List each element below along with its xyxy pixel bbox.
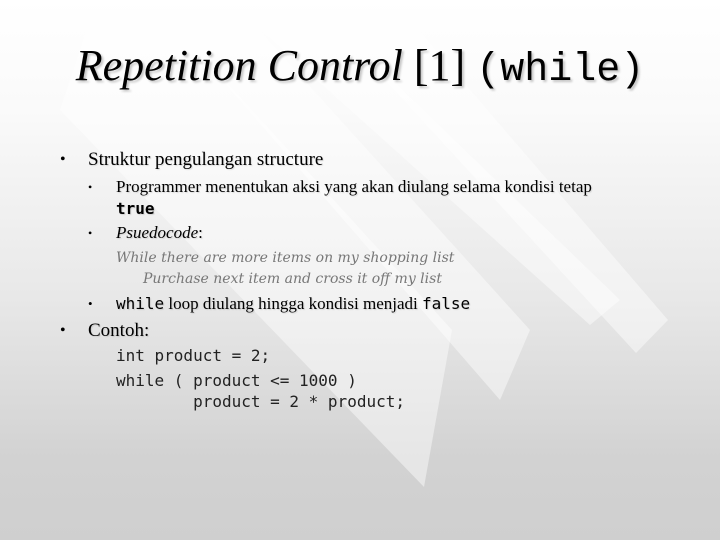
bullet-text-body: Programmer menentukan aksi yang akan diu… bbox=[116, 177, 592, 196]
bullet-icon: • bbox=[60, 322, 66, 339]
code-false: false bbox=[421, 294, 471, 313]
colon: : bbox=[198, 223, 203, 242]
bullet-text-body: loop diulang hingga kondisi menjadi bbox=[164, 294, 422, 313]
code-line: product = 2 * product; bbox=[116, 392, 405, 411]
bullet-icon: • bbox=[60, 151, 66, 168]
title-italic: Repetition Control bbox=[75, 41, 403, 90]
slide: Repetition Control [1] (while) • Struktu… bbox=[0, 0, 720, 540]
title-code: (while) bbox=[476, 48, 645, 93]
bullet-text: Struktur pengulangan structure bbox=[88, 149, 324, 170]
pseudocode-line: While there are more items on my shoppin… bbox=[116, 250, 455, 266]
code-true: true bbox=[116, 199, 155, 218]
bullet-text: Programmer menentukan aksi yang akan diu… bbox=[116, 176, 592, 220]
pseudocode-line: Purchase next item and cross it off my l… bbox=[143, 271, 442, 287]
title-plain: [1] bbox=[402, 41, 477, 90]
code-line: int product = 2; bbox=[116, 346, 271, 365]
code-line: while ( product <= 1000 ) bbox=[116, 371, 357, 390]
pseudocode-label: Psuedocode bbox=[116, 223, 199, 242]
bullet-text: while loop diulang hingga kondisi menjad… bbox=[116, 293, 470, 315]
code-while: while bbox=[116, 294, 165, 313]
bullet-text: Psuedocode: bbox=[116, 222, 203, 244]
slide-title: Repetition Control [1] (while) bbox=[0, 38, 720, 99]
bullet-icon: • bbox=[88, 180, 93, 194]
bullet-icon: • bbox=[88, 226, 93, 240]
bullet-icon: • bbox=[88, 296, 93, 311]
bullet-text: Contoh: bbox=[88, 320, 150, 341]
